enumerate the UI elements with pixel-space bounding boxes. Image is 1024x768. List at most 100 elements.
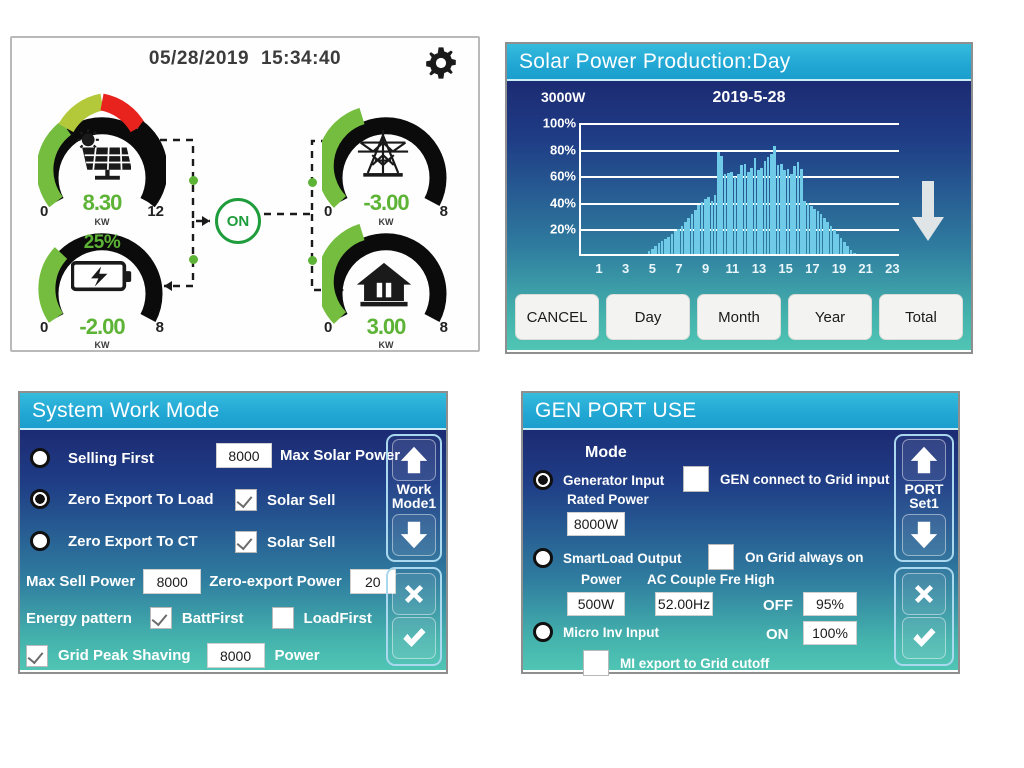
chart-y-tick: 40%	[549, 195, 576, 211]
chart-x-tick: 17	[805, 261, 820, 276]
checkbox-solar-sell-load[interactable]	[235, 489, 257, 511]
input-ac-couple[interactable]: 52.00Hz	[655, 592, 713, 616]
chart-bar	[647, 251, 651, 254]
cancel-button[interactable]: CANCEL	[515, 294, 599, 340]
input-on-percent[interactable]: 100%	[803, 621, 857, 645]
label-power: Power	[581, 572, 622, 587]
chart-bar	[657, 243, 661, 254]
chart-bar	[796, 162, 800, 254]
chart-x-tick: 9	[702, 261, 710, 276]
chart-bar	[667, 236, 671, 254]
chart-bar	[780, 163, 783, 254]
chart-bar	[743, 163, 747, 254]
arrow-down-icon[interactable]	[392, 513, 436, 556]
down-arrow-icon[interactable]	[911, 181, 945, 243]
flow-dot-load	[308, 256, 317, 265]
chart-x-tick: 19	[831, 261, 847, 276]
chart-bar	[816, 211, 820, 254]
checkbox-on-grid-always-on[interactable]	[708, 544, 734, 570]
chart-bar	[720, 155, 724, 254]
checkbox-batt-first[interactable]	[149, 607, 172, 629]
chart-bar	[823, 218, 826, 254]
chart-bar	[839, 238, 843, 254]
label-zero-export-power: Zero-export Power	[209, 573, 342, 590]
genport-side-column: PORT Set1	[894, 434, 954, 666]
chart-bar	[843, 242, 846, 254]
gauge-battery-percent: 25%	[83, 232, 121, 253]
input-grid-peak-power[interactable]: 8000	[206, 643, 265, 668]
chart-bar	[687, 218, 690, 254]
check-icon[interactable]	[902, 617, 946, 660]
gauge-pv: 0 12 8.30 KW	[38, 90, 166, 227]
genport-panel-title: GEN PORT USE	[523, 393, 958, 430]
chart-bar	[826, 222, 830, 254]
input-max-sell-power[interactable]: 8000	[143, 569, 202, 594]
radio-zero-export-to-load[interactable]	[30, 489, 50, 509]
arrow-up-icon[interactable]	[392, 439, 436, 481]
inverter-on-badge[interactable]: ON	[215, 198, 261, 244]
solar-production-panel: Solar Power Production:Day 3000W 2019-5-…	[505, 42, 973, 354]
close-x-icon[interactable]	[392, 573, 436, 616]
checkbox-grid-peak-shaving[interactable]	[26, 644, 48, 667]
row-grid-peak-shaving: Grid Peak Shaving 8000 Power	[26, 643, 320, 668]
gauge-load-min: 0	[324, 319, 333, 336]
genport-action-group	[894, 566, 954, 666]
radio-zero-export-to-ct[interactable]	[30, 531, 50, 551]
radio-selling-first[interactable]	[30, 448, 50, 468]
input-off-percent[interactable]: 95%	[803, 592, 857, 616]
chart-bar	[650, 248, 654, 254]
gauge-load: 0 8 3.00 KW	[322, 206, 450, 350]
input-rated-power[interactable]: 8000W	[567, 512, 625, 536]
checkbox-gen-connect-grid[interactable]	[683, 466, 709, 492]
flow-dot-batt	[189, 255, 198, 264]
chart-bar	[733, 176, 737, 254]
checkbox-solar-sell-ct[interactable]	[235, 531, 257, 553]
label-mi-export-cutoff: MI export to Grid cutoff	[620, 655, 770, 671]
checkbox-load-first[interactable]	[271, 607, 294, 629]
input-max-solar-power[interactable]: 8000	[216, 443, 272, 468]
chart-bar	[713, 195, 717, 254]
chart-bar	[693, 210, 697, 254]
chart-bar	[740, 164, 743, 254]
genport-nav-label: PORT Set1	[905, 481, 944, 514]
chart-x-tick: 21	[858, 261, 873, 276]
arrow-up-icon[interactable]	[902, 439, 946, 481]
year-button[interactable]: Year	[788, 294, 872, 340]
radio-generator-input[interactable]	[533, 470, 553, 490]
workmode-form: Selling First 8000 Max Solar Power Zero …	[20, 430, 400, 670]
input-power[interactable]: 500W	[567, 592, 625, 616]
chart-bar	[730, 171, 734, 254]
day-button[interactable]: Day	[606, 294, 690, 340]
row-micro-inv-input: Micro Inv Input	[533, 622, 659, 642]
chart-bars	[581, 123, 899, 254]
chart-bar	[809, 206, 813, 254]
close-x-icon[interactable]	[902, 573, 946, 616]
checkbox-mi-export-cutoff[interactable]	[583, 650, 609, 676]
month-button[interactable]: Month	[697, 294, 781, 340]
total-button[interactable]: Total	[879, 294, 963, 340]
chart-plot: 100% 80% 60% 40% 20%	[543, 116, 899, 256]
gauge-load-value: 3.00	[366, 314, 407, 339]
chart-bar	[710, 200, 714, 254]
gauge-battery-unit: KW	[94, 340, 110, 350]
label-gen-connect-grid: GEN connect to Grid input	[720, 471, 890, 487]
chart-bar	[819, 214, 823, 254]
chart-y-tick: 80%	[549, 142, 576, 158]
chart-bar	[660, 240, 664, 254]
chart-bar	[773, 146, 777, 254]
label-solar-sell-load: Solar Sell	[267, 491, 336, 509]
label-grid-peak-power: Power	[274, 647, 320, 664]
chart-bar	[750, 167, 753, 254]
chart-x-tick: 1	[595, 261, 603, 276]
check-icon[interactable]	[392, 617, 436, 660]
radio-micro-inv-input[interactable]	[533, 622, 553, 642]
arrow-down-icon[interactable]	[902, 513, 946, 556]
chart-bar	[833, 230, 836, 254]
chart-bar	[783, 170, 787, 254]
workmode-side-column: Work Mode1	[386, 434, 442, 666]
row-generator-input: Generator Input	[533, 470, 664, 490]
radio-smartload-output[interactable]	[533, 548, 553, 568]
gauge-load-unit: KW	[378, 340, 394, 350]
genport-form: Mode Generator Input GEN connect to Grid…	[523, 430, 890, 676]
chart-bar	[766, 156, 770, 254]
